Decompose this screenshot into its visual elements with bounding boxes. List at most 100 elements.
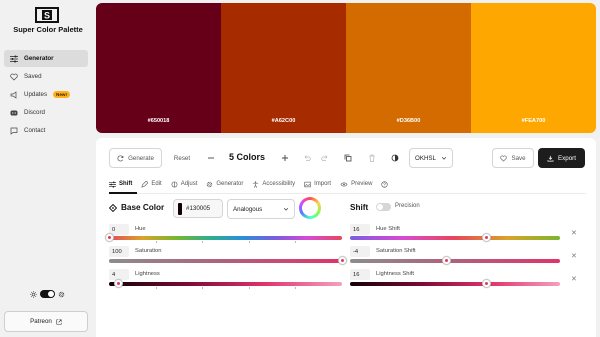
hue-shift-label: Hue Shift xyxy=(376,226,400,232)
saturation-slider-handle[interactable] xyxy=(337,256,347,265)
adjust-icon xyxy=(171,181,178,187)
svg-text:S: S xyxy=(44,11,50,21)
lightness-shift-value[interactable]: 16 xyxy=(350,269,370,280)
trash-icon[interactable] xyxy=(366,152,378,164)
lightness-shift-slider[interactable] xyxy=(350,282,560,286)
sidebar-item-label: Contact xyxy=(24,127,46,134)
refresh-icon xyxy=(117,155,124,161)
sidebar-item-updates[interactable]: Updates New! xyxy=(4,86,88,103)
generate-label: Generate xyxy=(128,154,154,162)
saturation-slider[interactable] xyxy=(109,259,342,263)
color-swatch[interactable]: #650018 xyxy=(96,3,221,133)
sun-icon xyxy=(30,290,37,298)
sidebar-item-label: Updates xyxy=(24,91,48,98)
lightness-slider[interactable] xyxy=(109,282,342,286)
sidebar-item-discord[interactable]: Discord xyxy=(4,104,88,121)
close-icon[interactable]: ✕ xyxy=(571,275,577,283)
color-swatch[interactable]: #FEA700 xyxy=(471,3,596,133)
tab-accessibility[interactable]: Accessibility xyxy=(252,180,295,188)
tab-label: Preview xyxy=(351,181,373,187)
hue-shift-slider[interactable] xyxy=(350,236,560,240)
redo-icon[interactable] xyxy=(319,152,331,164)
tab-bar: Shift Edit Adjust Generator Accessibilit… xyxy=(109,178,586,190)
theme-toggle[interactable] xyxy=(40,290,55,298)
external-link-icon xyxy=(56,318,62,325)
shift-toggle[interactable] xyxy=(376,203,391,211)
sidebar-item-label: Generator xyxy=(24,55,54,62)
swatch-hex: #650018 xyxy=(147,118,170,124)
chevron-down-icon xyxy=(441,157,447,160)
precision-label: Precision xyxy=(395,203,420,209)
save-button[interactable]: Save xyxy=(492,148,534,168)
generate-button[interactable]: Generate xyxy=(109,148,162,168)
controls-panel: Generate Reset 5 Colors OKHSL Save Expor… xyxy=(96,138,596,337)
close-icon[interactable]: ✕ xyxy=(571,252,577,260)
lightness-shift-slider-handle[interactable] xyxy=(482,279,491,288)
sidebar-item-label: Discord xyxy=(24,109,45,116)
undo-icon[interactable] xyxy=(301,152,313,164)
tab-adjust[interactable]: Adjust xyxy=(171,181,197,188)
hue-wheel[interactable] xyxy=(299,197,321,219)
app-logo-icon: S xyxy=(35,7,59,23)
save-label: Save xyxy=(511,154,526,162)
color-count: 5 Colors xyxy=(229,152,266,162)
base-hex-value: #130005 xyxy=(186,205,211,212)
base-hex-input[interactable]: #130005 xyxy=(173,199,223,218)
gear-icon[interactable] xyxy=(58,291,65,298)
patreon-button[interactable]: Patreon xyxy=(4,311,88,332)
color-mode-select[interactable]: OKHSL xyxy=(409,148,453,168)
saturation-shift-label: Saturation Shift xyxy=(376,248,416,254)
contrast-icon[interactable] xyxy=(389,152,401,164)
saturation-shift-slider-handle[interactable] xyxy=(442,256,452,265)
hue-shift-value[interactable]: 16 xyxy=(350,224,370,235)
minus-icon[interactable] xyxy=(205,152,217,164)
copy-icon[interactable] xyxy=(342,152,354,164)
export-label: Export xyxy=(558,154,576,162)
sliders-icon xyxy=(10,55,18,63)
hue-shift-slider-handle[interactable] xyxy=(482,233,491,242)
color-swatch[interactable]: #D36B00 xyxy=(346,3,471,133)
tab-shift[interactable]: Shift xyxy=(109,180,132,188)
harmony-select[interactable]: Analogous xyxy=(227,199,295,219)
heart-icon xyxy=(10,73,18,81)
discord-icon xyxy=(10,109,18,117)
sidebar-item-generator[interactable]: Generator xyxy=(4,50,88,67)
base-color-label: Base Color xyxy=(121,203,165,212)
lightness-label: Lightness xyxy=(135,271,160,277)
tab-help[interactable] xyxy=(381,180,389,188)
megaphone-icon xyxy=(10,90,18,99)
reset-label: Reset xyxy=(173,154,191,162)
saturation-shift-slider[interactable] xyxy=(350,259,560,263)
sidebar-nav: Generator Saved Updates New! Discord Con… xyxy=(4,50,88,140)
export-icon xyxy=(547,155,554,161)
eye-icon xyxy=(340,182,348,186)
sidebar-item-label: Saved xyxy=(24,73,42,80)
app-title: Super Color Palette xyxy=(13,25,83,34)
image-icon xyxy=(304,181,311,187)
saturation-shift-value[interactable]: -4 xyxy=(350,246,370,257)
tab-preview[interactable]: Preview xyxy=(340,181,372,188)
tab-import[interactable]: Import xyxy=(304,181,331,188)
hue-ticks xyxy=(109,241,342,244)
tabs-divider xyxy=(109,193,586,194)
chevron-down-icon xyxy=(283,208,289,211)
heart-icon xyxy=(500,155,508,162)
gear-icon xyxy=(207,181,213,187)
tab-generator[interactable]: Generator xyxy=(206,181,243,188)
saturation-label: Saturation xyxy=(135,248,162,254)
color-swatch[interactable]: #A62C00 xyxy=(221,3,346,133)
sidebar-item-saved[interactable]: Saved xyxy=(4,68,88,85)
close-icon[interactable]: ✕ xyxy=(571,229,577,237)
swatch-hex: #A62C00 xyxy=(271,118,296,124)
export-button[interactable]: Export xyxy=(538,148,585,168)
color-mode-value: OKHSL xyxy=(415,154,436,162)
hue-slider[interactable] xyxy=(109,236,342,240)
plus-icon[interactable] xyxy=(279,152,291,164)
reset-button[interactable]: Reset xyxy=(167,148,197,168)
shift-heading: Shift xyxy=(350,203,369,212)
sidebar-item-contact[interactable]: Contact xyxy=(4,122,88,139)
lightness-ticks xyxy=(109,287,342,290)
saturation-value[interactable]: 100 xyxy=(109,246,129,257)
harmony-value: Analogous xyxy=(233,205,263,213)
tab-edit[interactable]: Edit xyxy=(141,180,162,188)
